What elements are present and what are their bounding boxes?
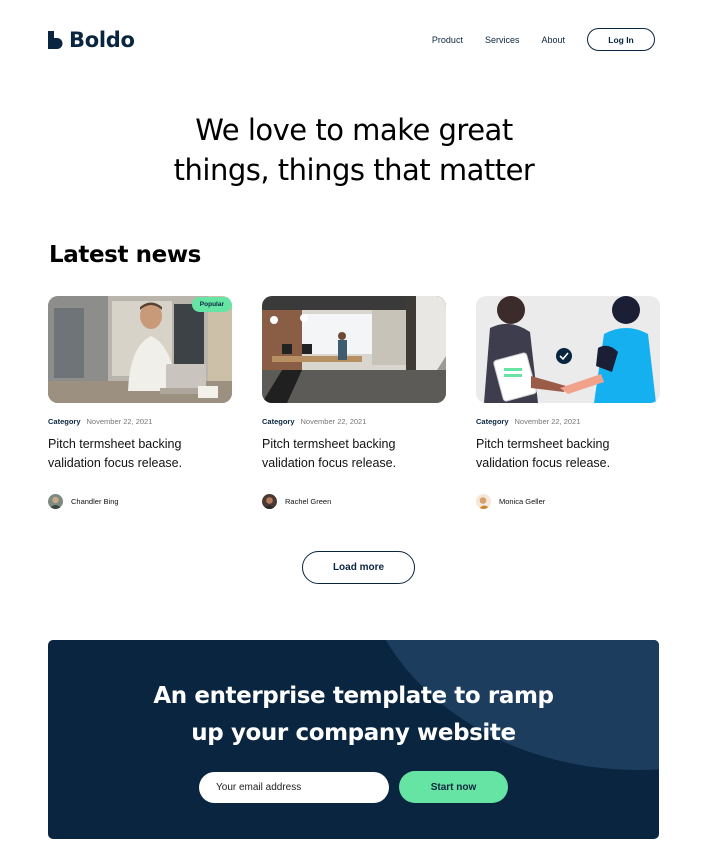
login-button[interactable]: Log In <box>587 28 655 51</box>
office-interior-image <box>262 296 446 403</box>
handshake-illustration-image <box>476 296 660 403</box>
nav-link-services[interactable]: Services <box>485 35 520 45</box>
author-name: Chandler Bing <box>71 497 119 506</box>
latest-news-title: Latest news <box>49 242 201 268</box>
news-card[interactable]: Category November 22, 2021 Pitch termshe… <box>262 296 446 509</box>
news-card-title[interactable]: Pitch termsheet backing validation focus… <box>262 435 446 473</box>
news-card-image[interactable] <box>262 296 446 403</box>
cta-line-2: up your company website <box>191 720 516 746</box>
main-nav: Product Services About Log In <box>432 28 655 51</box>
news-card-title[interactable]: Pitch termsheet backing validation focus… <box>48 435 232 473</box>
nav-link-product[interactable]: Product <box>432 35 463 45</box>
brand-logo[interactable]: Boldo <box>48 28 135 52</box>
avatar <box>262 494 277 509</box>
news-card-image[interactable]: Popular <box>48 296 232 403</box>
news-card-title[interactable]: Pitch termsheet backing validation focus… <box>476 435 660 473</box>
news-card-author[interactable]: Chandler Bing <box>48 494 232 509</box>
hero-line-1: We love to make great <box>195 113 513 147</box>
news-card-date: November 22, 2021 <box>300 417 367 426</box>
cta-banner: An enterprise template to ramp up your c… <box>48 640 659 839</box>
man-with-phone-laptop-image <box>48 296 232 403</box>
avatar <box>48 494 63 509</box>
hero-headline: We love to make great things, things tha… <box>0 110 708 190</box>
cta-title: An enterprise template to ramp up your c… <box>48 678 659 752</box>
email-field[interactable] <box>199 772 389 803</box>
news-card-date: November 22, 2021 <box>86 417 153 426</box>
brand-name: Boldo <box>69 28 135 52</box>
author-name: Monica Geller <box>499 497 546 506</box>
news-card-image[interactable] <box>476 296 660 403</box>
news-card-date: November 22, 2021 <box>514 417 581 426</box>
logo-icon <box>48 31 63 49</box>
news-card-category[interactable]: Category <box>262 417 295 426</box>
news-card-meta: Category November 22, 2021 <box>48 417 232 426</box>
author-name: Rachel Green <box>285 497 332 506</box>
news-card[interactable]: Category November 22, 2021 Pitch termshe… <box>476 296 660 509</box>
news-card-meta: Category November 22, 2021 <box>262 417 446 426</box>
news-card-meta: Category November 22, 2021 <box>476 417 660 426</box>
nav-link-about[interactable]: About <box>541 35 565 45</box>
avatar <box>476 494 491 509</box>
load-more-button[interactable]: Load more <box>302 551 415 584</box>
news-card-author[interactable]: Monica Geller <box>476 494 660 509</box>
news-card[interactable]: Popular Category November 22, 2021 Pitch… <box>48 296 232 509</box>
cta-line-1: An enterprise template to ramp <box>153 683 554 709</box>
hero-line-2: things, things that matter <box>173 153 535 187</box>
news-card-author[interactable]: Rachel Green <box>262 494 446 509</box>
start-now-button[interactable]: Start now <box>399 771 508 803</box>
news-card-category[interactable]: Category <box>476 417 509 426</box>
popular-badge: Popular <box>191 297 232 312</box>
news-card-category[interactable]: Category <box>48 417 81 426</box>
